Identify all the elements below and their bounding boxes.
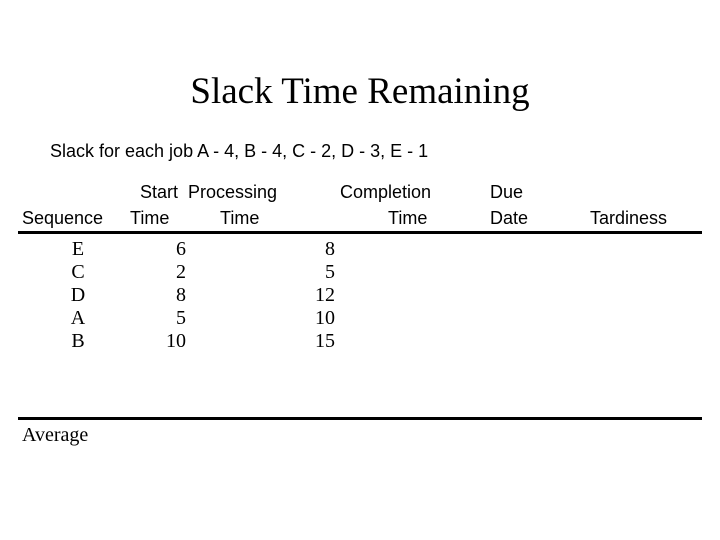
average-row: Average bbox=[22, 423, 88, 447]
cell-start-time: 5 bbox=[176, 307, 186, 329]
cell-start-time: 6 bbox=[176, 238, 186, 260]
average-label: Average bbox=[22, 424, 89, 446]
cell-start-time: 10 bbox=[166, 330, 186, 352]
cell-completion-time: 12 bbox=[315, 284, 335, 306]
header-completion: Completion bbox=[340, 182, 432, 202]
table-header-rule bbox=[18, 231, 702, 234]
cell-sequence: A bbox=[70, 307, 86, 329]
header-processing-time: Time bbox=[220, 208, 260, 228]
cell-start-time: 8 bbox=[176, 284, 186, 306]
schedule-table: Start Processing Completion Due Sequence… bbox=[18, 180, 702, 446]
table-bottom-rule bbox=[18, 417, 702, 420]
header-completion-time: Time bbox=[388, 208, 428, 228]
page-title: Slack Time Remaining bbox=[190, 71, 530, 112]
cell-completion-time: 5 bbox=[325, 261, 335, 283]
table-row: B 10 15 bbox=[18, 330, 702, 353]
header-start-time: Time bbox=[130, 208, 170, 228]
cell-sequence: C bbox=[71, 261, 85, 283]
header-due: Due bbox=[490, 182, 524, 202]
table-row: D 8 12 bbox=[18, 284, 702, 307]
cell-completion-time: 15 bbox=[315, 330, 335, 352]
cell-start-time: 2 bbox=[176, 261, 186, 283]
header-tardiness: Tardiness bbox=[590, 208, 668, 228]
cell-completion-time: 10 bbox=[315, 307, 335, 329]
table-row: C 2 5 bbox=[18, 261, 702, 284]
table-header-line-1: Start Processing Completion Due bbox=[18, 180, 702, 204]
table-row: E 6 8 bbox=[18, 238, 702, 261]
header-sequence: Sequence bbox=[22, 208, 104, 228]
cell-sequence: D bbox=[70, 284, 86, 306]
table-header-line-2: Sequence Time Time Time Date Tardiness bbox=[18, 206, 702, 230]
slide-canvas: Slack Time Remaining Slack for each job … bbox=[0, 0, 720, 540]
header-due-date: Date bbox=[490, 208, 529, 228]
header-start: Start bbox=[140, 182, 179, 202]
cell-sequence: B bbox=[71, 330, 85, 352]
header-processing: Processing bbox=[188, 182, 278, 202]
cell-completion-time: 8 bbox=[325, 238, 335, 260]
slide-subtitle: Slack for each job A - 4, B - 4, C - 2, … bbox=[50, 141, 429, 161]
table-row: A 5 10 bbox=[18, 307, 702, 330]
cell-sequence: E bbox=[71, 238, 85, 260]
table-body: E 6 8 C 2 5 D 8 12 A 5 10 B 10 15 bbox=[18, 238, 702, 353]
